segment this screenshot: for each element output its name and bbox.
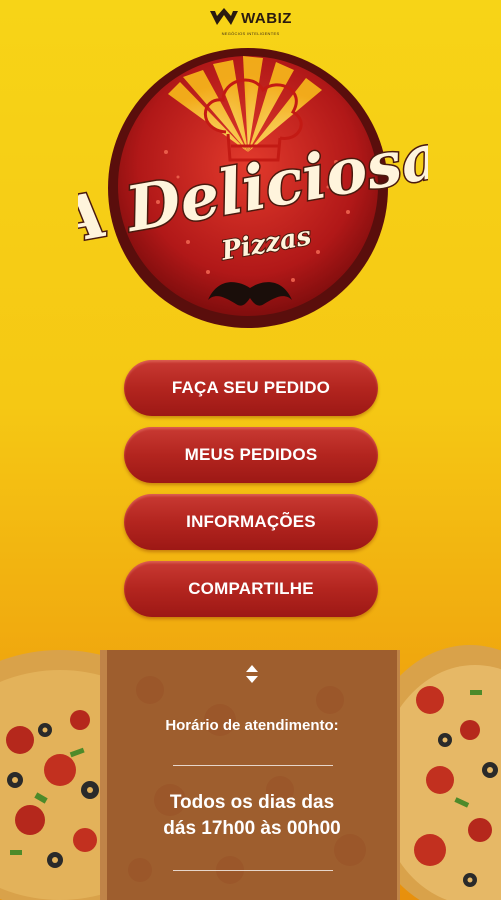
opening-hours-panel: Horário de atendimento: Todos os dias da… [107, 650, 397, 900]
brand-name: WABIZ [241, 9, 292, 27]
place-order-button[interactable]: FAÇA SEU PEDIDO [124, 360, 378, 416]
my-orders-button[interactable]: MEUS PEDIDOS [124, 427, 378, 483]
main-menu: FAÇA SEU PEDIDO MEUS PEDIDOS INFORMAÇÕES… [124, 360, 378, 628]
hours-label: Horário de atendimento: [165, 717, 339, 734]
information-button[interactable]: INFORMAÇÕES [124, 494, 378, 550]
wabiz-brand: WABIZ NEGÓCIOS INTELIGENTES [0, 8, 501, 36]
restaurant-logo: A Deliciosa Pizzas [78, 48, 428, 328]
brand-tagline: NEGÓCIOS INTELIGENTES [221, 31, 280, 36]
divider [173, 765, 333, 766]
divider [173, 870, 333, 871]
wabiz-logo-icon [210, 8, 239, 25]
hours-line-2: dás 17h00 às 00h00 [163, 818, 341, 839]
hours-line-1: Todos os dias das [169, 792, 335, 813]
share-button[interactable]: COMPARTILHE [124, 561, 378, 617]
expand-collapse-icon[interactable] [243, 663, 261, 685]
